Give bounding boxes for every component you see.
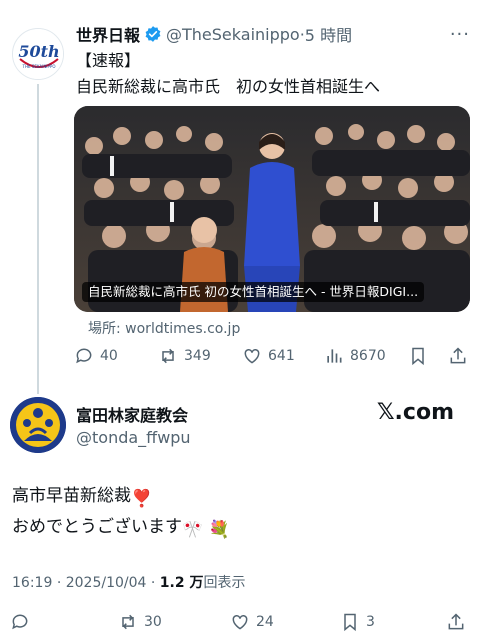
tonda-avatar[interactable] <box>10 397 66 453</box>
retweet-count: 349 <box>184 348 211 364</box>
bookmark-button[interactable] <box>408 346 434 366</box>
view-count: 8670 <box>350 348 386 364</box>
like-count: 641 <box>268 348 295 364</box>
reply-button[interactable]: 40 <box>74 346 118 366</box>
reply-count: 40 <box>100 348 118 364</box>
main-author-handle[interactable]: @tonda_ffwpu <box>76 428 191 447</box>
parent-action-bar: 40 349 641 8670 <box>74 346 470 370</box>
main-retweet-button[interactable]: 30 <box>118 612 162 632</box>
parent-author-handle[interactable]: @TheSekainippo <box>166 25 300 44</box>
analytics-icon <box>327 349 342 363</box>
heart-icon <box>232 614 248 630</box>
meta-separator: · <box>56 575 62 591</box>
more-options-icon[interactable]: ··· <box>450 24 470 45</box>
retweet-icon <box>162 348 174 364</box>
link-source[interactable]: 場所: worldtimes.co.jp <box>88 318 240 338</box>
bookmark-icon <box>412 347 424 366</box>
parent-author-name[interactable]: 世界日報 <box>76 22 140 46</box>
link-card-caption: 自民新総裁に高市氏 初の女性首相誕生へ - 世界日報DIGI... <box>82 282 425 302</box>
main-action-bar: 30 24 3 <box>10 612 470 636</box>
main-reply-button[interactable] <box>10 612 36 632</box>
meta-separator-2: · <box>150 575 156 591</box>
main-text-2: おめでとうございます <box>12 517 182 537</box>
share-icon <box>450 347 466 364</box>
avatar-text: 50th <box>18 42 59 61</box>
tweet-view-count: 1.2 万 <box>159 575 204 591</box>
tweet-view-label: 回表示 <box>203 575 246 591</box>
parent-tweet-time[interactable]: 5 時間 <box>305 22 352 46</box>
retweet-button[interactable]: 349 <box>158 346 211 366</box>
verified-badge-icon <box>145 26 161 42</box>
link-card[interactable]: 自民新総裁に高市氏 初の女性首相誕生へ - 世界日報DIGI... <box>74 106 470 312</box>
bookmark-icon <box>344 613 356 632</box>
main-bookmark-count: 3 <box>366 614 375 630</box>
main-like-count: 24 <box>256 614 274 630</box>
sekainippo-avatar[interactable]: 50th THE SEKAINIPPO <box>12 28 64 80</box>
main-like-button[interactable]: 24 <box>230 612 274 632</box>
main-tweet-text-line2: おめでとうございます🎌 💐 <box>12 515 230 542</box>
main-text-1: 高市早苗新総裁 <box>12 486 131 506</box>
x-com-logo[interactable]: 𝕏.com <box>377 400 454 425</box>
parent-tweet-text-line1: 【速報】 <box>76 51 141 70</box>
main-tweet-text-line1: 高市早苗新総裁❣️ <box>12 484 152 511</box>
like-button[interactable]: 641 <box>242 346 295 366</box>
share-button[interactable] <box>448 346 474 366</box>
reply-icon <box>76 348 92 364</box>
views-button[interactable]: 8670 <box>324 346 386 366</box>
retweet-icon <box>122 614 134 630</box>
tweet-date[interactable]: 2025/10/04 <box>66 575 147 591</box>
parent-tweet-header: 世界日報 @TheSekainippo · 5 時間 ··· <box>76 22 470 46</box>
main-share-button[interactable] <box>446 612 472 632</box>
parent-tweet-text-line2: 自民新総裁に高市氏 初の女性首相誕生へ <box>76 77 381 96</box>
main-author-name[interactable]: 富田林家庭教会 <box>76 402 188 426</box>
heart-icon <box>244 348 260 364</box>
share-icon <box>448 613 464 630</box>
main-bookmark-button[interactable]: 3 <box>340 612 375 632</box>
avatar-subtext: THE SEKAINIPPO <box>22 64 56 69</box>
reply-icon <box>12 614 28 630</box>
tweet-meta: 16:19 · 2025/10/04 · 1.2 万回表示 <box>12 572 245 592</box>
heart-exclamation-emoji: ❣️ <box>131 489 153 509</box>
tweet-time[interactable]: 16:19 <box>12 575 52 591</box>
main-retweet-count: 30 <box>144 614 162 630</box>
flags-bouquet-emoji: 🎌 💐 <box>182 520 230 540</box>
thread-connector-line <box>37 84 39 394</box>
